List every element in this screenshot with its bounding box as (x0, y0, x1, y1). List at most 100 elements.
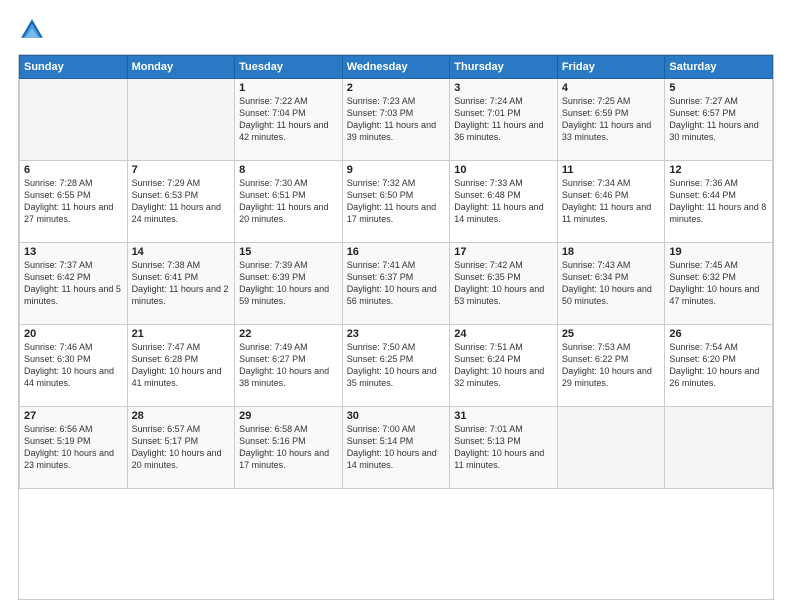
calendar-cell: 8Sunrise: 7:30 AMSunset: 6:51 PMDaylight… (235, 161, 343, 243)
calendar-cell: 3Sunrise: 7:24 AMSunset: 7:01 PMDaylight… (450, 79, 558, 161)
weekday-header-sunday: Sunday (20, 56, 128, 79)
calendar-cell: 7Sunrise: 7:29 AMSunset: 6:53 PMDaylight… (127, 161, 235, 243)
day-number: 14 (132, 246, 231, 258)
calendar-cell: 12Sunrise: 7:36 AMSunset: 6:44 PMDayligh… (665, 161, 773, 243)
cell-info: Sunrise: 7:24 AMSunset: 7:01 PMDaylight:… (454, 95, 553, 144)
calendar-cell: 27Sunrise: 6:56 AMSunset: 5:19 PMDayligh… (20, 407, 128, 489)
calendar-cell (557, 407, 665, 489)
day-number: 24 (454, 328, 553, 340)
weekday-header-thursday: Thursday (450, 56, 558, 79)
weekday-header-friday: Friday (557, 56, 665, 79)
cell-info: Sunrise: 7:37 AMSunset: 6:42 PMDaylight:… (24, 259, 123, 308)
day-number: 17 (454, 246, 553, 258)
day-number: 22 (239, 328, 338, 340)
calendar-cell: 13Sunrise: 7:37 AMSunset: 6:42 PMDayligh… (20, 243, 128, 325)
day-number: 21 (132, 328, 231, 340)
cell-info: Sunrise: 7:39 AMSunset: 6:39 PMDaylight:… (239, 259, 338, 308)
day-number: 6 (24, 164, 123, 176)
calendar-cell: 10Sunrise: 7:33 AMSunset: 6:48 PMDayligh… (450, 161, 558, 243)
calendar-cell (20, 79, 128, 161)
cell-info: Sunrise: 7:49 AMSunset: 6:27 PMDaylight:… (239, 341, 338, 390)
day-number: 23 (347, 328, 446, 340)
calendar-cell: 15Sunrise: 7:39 AMSunset: 6:39 PMDayligh… (235, 243, 343, 325)
day-number: 18 (562, 246, 661, 258)
calendar-cell: 23Sunrise: 7:50 AMSunset: 6:25 PMDayligh… (342, 325, 450, 407)
calendar-cell (127, 79, 235, 161)
calendar-cell: 21Sunrise: 7:47 AMSunset: 6:28 PMDayligh… (127, 325, 235, 407)
cell-info: Sunrise: 7:38 AMSunset: 6:41 PMDaylight:… (132, 259, 231, 308)
day-number: 29 (239, 410, 338, 422)
calendar-cell: 22Sunrise: 7:49 AMSunset: 6:27 PMDayligh… (235, 325, 343, 407)
calendar-cell: 29Sunrise: 6:58 AMSunset: 5:16 PMDayligh… (235, 407, 343, 489)
day-number: 8 (239, 164, 338, 176)
cell-info: Sunrise: 7:01 AMSunset: 5:13 PMDaylight:… (454, 423, 553, 472)
calendar-cell: 30Sunrise: 7:00 AMSunset: 5:14 PMDayligh… (342, 407, 450, 489)
calendar-cell: 24Sunrise: 7:51 AMSunset: 6:24 PMDayligh… (450, 325, 558, 407)
cell-info: Sunrise: 7:42 AMSunset: 6:35 PMDaylight:… (454, 259, 553, 308)
cell-info: Sunrise: 7:23 AMSunset: 7:03 PMDaylight:… (347, 95, 446, 144)
day-number: 10 (454, 164, 553, 176)
cell-info: Sunrise: 7:25 AMSunset: 6:59 PMDaylight:… (562, 95, 661, 144)
cell-info: Sunrise: 7:28 AMSunset: 6:55 PMDaylight:… (24, 177, 123, 226)
calendar-cell: 2Sunrise: 7:23 AMSunset: 7:03 PMDaylight… (342, 79, 450, 161)
cell-info: Sunrise: 7:22 AMSunset: 7:04 PMDaylight:… (239, 95, 338, 144)
day-number: 7 (132, 164, 231, 176)
day-number: 25 (562, 328, 661, 340)
cell-info: Sunrise: 7:53 AMSunset: 6:22 PMDaylight:… (562, 341, 661, 390)
cell-info: Sunrise: 7:00 AMSunset: 5:14 PMDaylight:… (347, 423, 446, 472)
day-number: 27 (24, 410, 123, 422)
day-number: 3 (454, 82, 553, 94)
weekday-header-saturday: Saturday (665, 56, 773, 79)
weekday-header-monday: Monday (127, 56, 235, 79)
cell-info: Sunrise: 7:34 AMSunset: 6:46 PMDaylight:… (562, 177, 661, 226)
calendar: SundayMondayTuesdayWednesdayThursdayFrid… (18, 54, 774, 600)
calendar-cell: 9Sunrise: 7:32 AMSunset: 6:50 PMDaylight… (342, 161, 450, 243)
cell-info: Sunrise: 7:45 AMSunset: 6:32 PMDaylight:… (669, 259, 768, 308)
cell-info: Sunrise: 6:58 AMSunset: 5:16 PMDaylight:… (239, 423, 338, 472)
day-number: 31 (454, 410, 553, 422)
calendar-cell: 31Sunrise: 7:01 AMSunset: 5:13 PMDayligh… (450, 407, 558, 489)
day-number: 13 (24, 246, 123, 258)
calendar-cell: 17Sunrise: 7:42 AMSunset: 6:35 PMDayligh… (450, 243, 558, 325)
day-number: 15 (239, 246, 338, 258)
day-number: 2 (347, 82, 446, 94)
day-number: 5 (669, 82, 768, 94)
day-number: 1 (239, 82, 338, 94)
weekday-header-tuesday: Tuesday (235, 56, 343, 79)
day-number: 16 (347, 246, 446, 258)
calendar-cell: 11Sunrise: 7:34 AMSunset: 6:46 PMDayligh… (557, 161, 665, 243)
calendar-cell: 18Sunrise: 7:43 AMSunset: 6:34 PMDayligh… (557, 243, 665, 325)
cell-info: Sunrise: 7:32 AMSunset: 6:50 PMDaylight:… (347, 177, 446, 226)
cell-info: Sunrise: 7:47 AMSunset: 6:28 PMDaylight:… (132, 341, 231, 390)
day-number: 26 (669, 328, 768, 340)
cell-info: Sunrise: 7:43 AMSunset: 6:34 PMDaylight:… (562, 259, 661, 308)
logo (18, 16, 50, 44)
calendar-cell: 28Sunrise: 6:57 AMSunset: 5:17 PMDayligh… (127, 407, 235, 489)
calendar-cell: 26Sunrise: 7:54 AMSunset: 6:20 PMDayligh… (665, 325, 773, 407)
calendar-cell: 14Sunrise: 7:38 AMSunset: 6:41 PMDayligh… (127, 243, 235, 325)
cell-info: Sunrise: 7:46 AMSunset: 6:30 PMDaylight:… (24, 341, 123, 390)
calendar-cell: 4Sunrise: 7:25 AMSunset: 6:59 PMDaylight… (557, 79, 665, 161)
calendar-cell: 20Sunrise: 7:46 AMSunset: 6:30 PMDayligh… (20, 325, 128, 407)
day-number: 28 (132, 410, 231, 422)
calendar-cell: 1Sunrise: 7:22 AMSunset: 7:04 PMDaylight… (235, 79, 343, 161)
weekday-header-wednesday: Wednesday (342, 56, 450, 79)
day-number: 20 (24, 328, 123, 340)
cell-info: Sunrise: 7:29 AMSunset: 6:53 PMDaylight:… (132, 177, 231, 226)
calendar-cell: 16Sunrise: 7:41 AMSunset: 6:37 PMDayligh… (342, 243, 450, 325)
cell-info: Sunrise: 6:57 AMSunset: 5:17 PMDaylight:… (132, 423, 231, 472)
day-number: 19 (669, 246, 768, 258)
calendar-cell: 6Sunrise: 7:28 AMSunset: 6:55 PMDaylight… (20, 161, 128, 243)
day-number: 12 (669, 164, 768, 176)
cell-info: Sunrise: 7:50 AMSunset: 6:25 PMDaylight:… (347, 341, 446, 390)
cell-info: Sunrise: 7:36 AMSunset: 6:44 PMDaylight:… (669, 177, 768, 226)
day-number: 4 (562, 82, 661, 94)
day-number: 9 (347, 164, 446, 176)
day-number: 30 (347, 410, 446, 422)
calendar-cell (665, 407, 773, 489)
calendar-cell: 19Sunrise: 7:45 AMSunset: 6:32 PMDayligh… (665, 243, 773, 325)
cell-info: Sunrise: 7:51 AMSunset: 6:24 PMDaylight:… (454, 341, 553, 390)
cell-info: Sunrise: 7:27 AMSunset: 6:57 PMDaylight:… (669, 95, 768, 144)
cell-info: Sunrise: 7:30 AMSunset: 6:51 PMDaylight:… (239, 177, 338, 226)
calendar-cell: 5Sunrise: 7:27 AMSunset: 6:57 PMDaylight… (665, 79, 773, 161)
